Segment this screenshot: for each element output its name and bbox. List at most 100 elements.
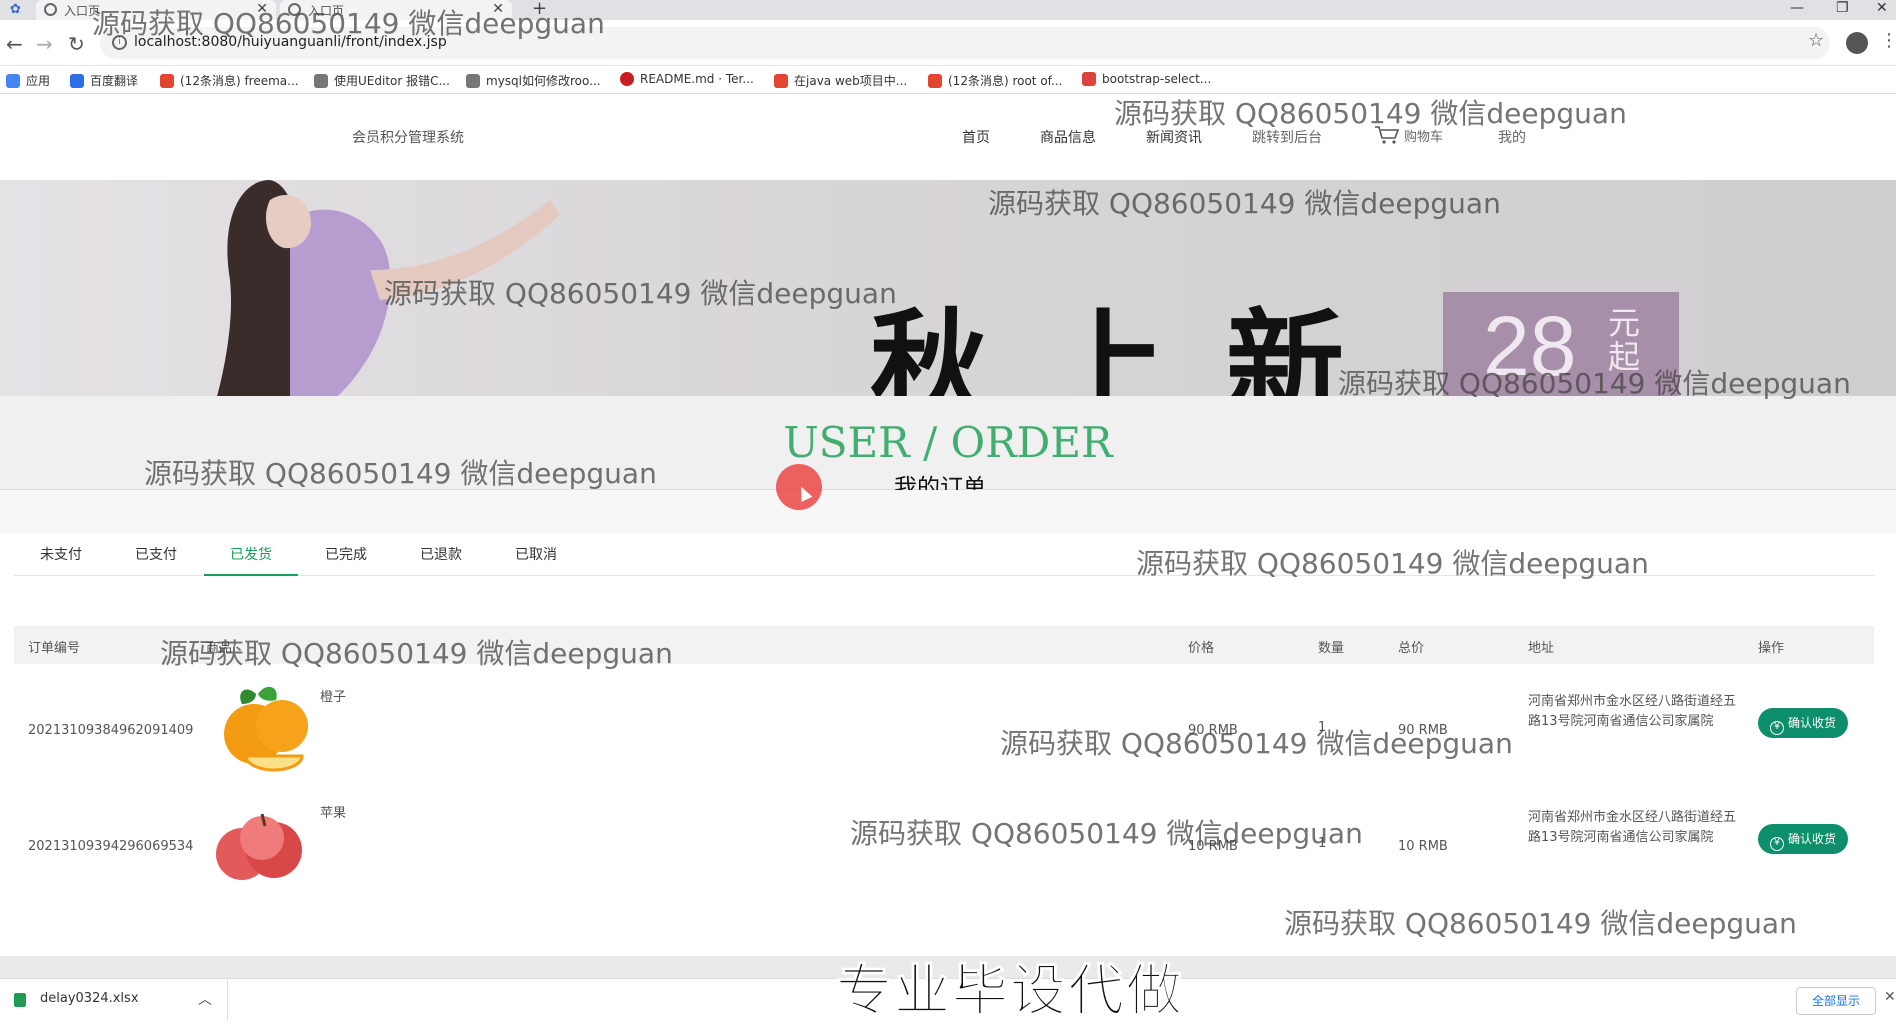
link-icon: [314, 74, 328, 88]
bookmark-label: README.md · Ter...: [640, 72, 754, 86]
link-icon: [466, 74, 480, 88]
nav-cart-label: 购物车: [1404, 130, 1444, 145]
bookmark-item[interactable]: 在java web项目中...: [774, 72, 907, 89]
nav-admin[interactable]: 跳转到后台: [1252, 127, 1322, 147]
minimize-icon[interactable]: —: [1790, 0, 1804, 16]
excel-file-icon: [14, 993, 26, 1007]
order-number: 20213109384962091409: [28, 723, 194, 738]
order-table-header: 订单编号 商品 价格 数量 总价 地址 操作: [14, 626, 1874, 664]
spacer: [0, 490, 1896, 534]
download-filename: delay0324.xlsx: [40, 991, 139, 1006]
nav-cart[interactable]: 购物车: [1374, 125, 1443, 145]
quantity: 1: [1318, 720, 1327, 735]
tab-unpaid[interactable]: 未支付: [14, 534, 108, 576]
globe-icon: [288, 3, 301, 16]
bookmark-label: 百度翻译: [90, 74, 139, 88]
confirm-receipt-button[interactable]: ¥ 确认收货: [1758, 708, 1848, 738]
bookmark-label: bootstrap-select...: [1102, 72, 1212, 86]
address: 河南省郑州市金水区经八路街道经五路13号院河南省通信公司家属院: [1528, 810, 1737, 845]
profile-avatar-icon[interactable]: [1846, 32, 1868, 54]
price-badge: 28 元起: [1443, 292, 1679, 396]
yen-icon: ¥: [1769, 721, 1784, 735]
back-icon[interactable]: ←: [6, 32, 23, 56]
bookmark-item[interactable]: 百度翻译: [70, 72, 138, 89]
apps-grid-icon: [6, 74, 20, 88]
download-item[interactable]: delay0324.xlsx ︿: [8, 979, 228, 1021]
button-label: 确认收货: [1787, 832, 1836, 846]
show-all-downloads-button[interactable]: 全部显示: [1796, 987, 1876, 1015]
close-icon[interactable]: ✕: [1884, 989, 1896, 1005]
bookmark-star-icon[interactable]: ☆: [1808, 30, 1824, 51]
translate-icon: [70, 74, 84, 88]
bookmark-label: 应用: [26, 74, 51, 88]
col-order-no: 订单编号: [28, 641, 81, 656]
bookmark-label: 使用UEditor 报错C...: [334, 74, 450, 88]
bookmark-item[interactable]: bootstrap-select...: [1082, 72, 1211, 86]
product-name[interactable]: 橙子: [320, 686, 346, 705]
tab-refunded[interactable]: 已退款: [394, 534, 488, 576]
nav-products[interactable]: 商品信息: [1040, 127, 1096, 147]
bookmark-label: (12条消息) root of...: [948, 74, 1063, 88]
tab-cancelled[interactable]: 已取消: [489, 534, 583, 576]
bookmark-item[interactable]: mysql如何修改roo...: [466, 72, 601, 89]
tab-shipped[interactable]: 已发货: [204, 534, 298, 576]
more-menu-icon[interactable]: ⋮: [1880, 30, 1896, 51]
table-row: 20213109384962091409 橙子 90 RMB 1 90 RMB …: [14, 664, 1874, 780]
col-address: 地址: [1528, 641, 1555, 656]
orange-image: [224, 686, 308, 772]
info-icon[interactable]: i: [112, 35, 127, 50]
forward-icon[interactable]: →: [36, 32, 53, 56]
bookmark-item[interactable]: README.md · Ter...: [620, 72, 754, 86]
bookmark-item[interactable]: (12条消息) freema...: [160, 72, 299, 89]
order-status-tabs: 未支付 已支付 已发货 已完成 已退款 已取消: [14, 534, 1874, 576]
bookmark-apps[interactable]: 应用: [6, 72, 50, 89]
csdn-icon: [928, 74, 942, 88]
bookmark-label: mysql如何修改roo...: [486, 74, 601, 88]
address-bar-row: ← → ↻ i localhost:8080/huiyuanguanli/fro…: [0, 20, 1896, 66]
order-number: 20213109394296069534: [28, 839, 194, 854]
banner-title: 秋上新: [870, 296, 1405, 396]
price: 10 RMB: [1188, 839, 1238, 854]
col-action: 操作: [1758, 641, 1785, 656]
csdn-icon: [160, 74, 174, 88]
browser-logo-icon: ✿: [10, 2, 21, 17]
col-price: 价格: [1188, 641, 1215, 656]
hero-banner: 秋上新 28 元起: [0, 180, 1896, 396]
gitee-icon: [620, 72, 634, 86]
reload-icon[interactable]: ↻: [68, 32, 85, 56]
browser-tab-2[interactable]: 入口页 ✕: [280, 0, 512, 20]
nav-news[interactable]: 新闻资讯: [1146, 127, 1202, 147]
bookmark-item[interactable]: (12条消息) root of...: [928, 72, 1062, 89]
close-tab-icon[interactable]: ✕: [492, 1, 504, 17]
tab-paid[interactable]: 已支付: [109, 534, 203, 576]
price: 90 RMB: [1188, 723, 1238, 738]
product-name[interactable]: 苹果: [320, 802, 346, 821]
price-number: 28: [1483, 299, 1577, 393]
quantity: 1: [1318, 836, 1327, 851]
watermark: 源码获取 QQ86050149 微信deepguan: [1284, 907, 1797, 940]
col-product: 商品: [206, 641, 233, 656]
apple-image: [216, 813, 302, 880]
chevron-up-icon[interactable]: ︿: [198, 989, 212, 1009]
nav-mine[interactable]: 我的: [1498, 127, 1526, 147]
site-brand[interactable]: 会员积分管理系统: [352, 127, 464, 147]
globe-icon: [44, 3, 57, 16]
cart-icon: [1375, 126, 1400, 144]
browser-tab-bar: ✿ 入口页 ✕ 入口页 ✕ + — ❐ ✕: [0, 0, 1896, 20]
bookmark-label: (12条消息) freema...: [180, 74, 299, 88]
page-title-en: USER / ORDER: [783, 418, 1113, 467]
new-tab-button[interactable]: +: [532, 0, 547, 19]
tab-completed[interactable]: 已完成: [299, 534, 393, 576]
nav-home[interactable]: 首页: [962, 127, 990, 147]
col-total: 总价: [1398, 641, 1425, 656]
close-tab-icon[interactable]: ✕: [256, 1, 268, 17]
bookmarks-bar: 应用 百度翻译 (12条消息) freema... 使用UEditor 报错C.…: [0, 66, 1896, 94]
bookmark-item[interactable]: 使用UEditor 报错C...: [314, 72, 450, 89]
confirm-receipt-button[interactable]: ¥ 确认收货: [1758, 824, 1848, 854]
total: 10 RMB: [1398, 839, 1448, 854]
restore-icon[interactable]: ❐: [1836, 0, 1849, 16]
close-window-icon[interactable]: ✕: [1876, 0, 1888, 16]
browser-tab-1[interactable]: 入口页 ✕: [36, 0, 276, 20]
model-photo: [217, 180, 560, 396]
url-input[interactable]: i localhost:8080/huiyuanguanli/front/ind…: [100, 27, 1830, 59]
